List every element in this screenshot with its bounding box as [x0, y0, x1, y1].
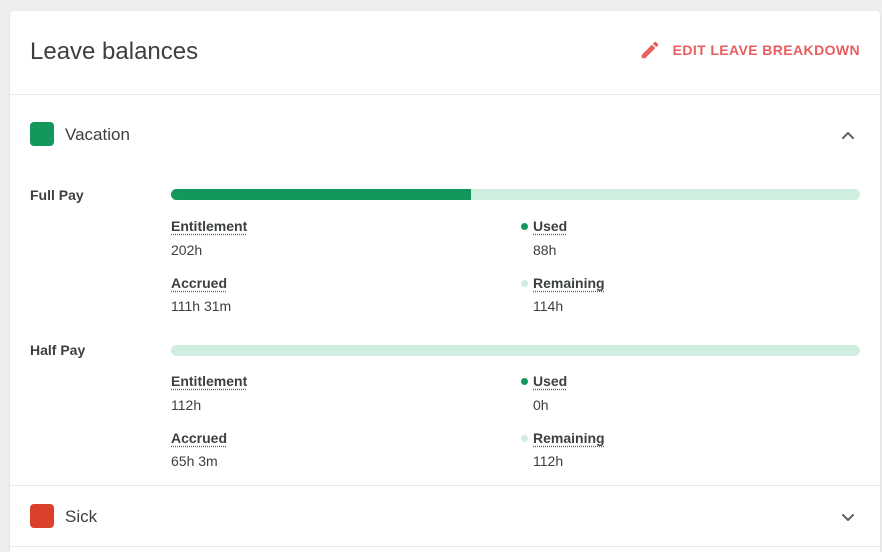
section-title-vacation: Vacation [65, 125, 130, 144]
leave-balances-card: Leave balances EDIT LEAVE BREAKDOWN Vaca… [10, 11, 880, 552]
section-title-sick: Sick [65, 507, 98, 526]
full-pay-progress-bar [171, 189, 860, 200]
used-dot-icon [521, 378, 528, 385]
pencil-icon [641, 41, 658, 59]
remaining-dot-icon [521, 280, 528, 287]
edit-leave-breakdown-label: EDIT LEAVE BREAKDOWN [672, 42, 860, 58]
half-pay-remaining-value: 112h [533, 453, 564, 469]
full-pay-accrued-label[interactable]: Accrued [171, 275, 227, 291]
full-pay-entitlement-label[interactable]: Entitlement [171, 218, 247, 234]
full-pay-label: Full Pay [30, 187, 84, 203]
page-title: Leave balances [30, 38, 199, 65]
half-pay-accrued-value: 65h 3m [171, 453, 218, 469]
full-pay-remaining-value: 114h [533, 298, 564, 314]
full-pay-accrued-value: 111h 31m [171, 298, 232, 314]
full-pay-used-label[interactable]: Used [533, 218, 567, 234]
half-pay-label: Half Pay [30, 342, 86, 358]
half-pay-used-value: 0h [533, 397, 549, 413]
used-dot-icon [521, 223, 528, 230]
sick-color-swatch [30, 504, 54, 528]
half-pay-entitlement-value: 112h [171, 397, 202, 413]
remaining-dot-icon [521, 435, 528, 442]
chevron-up-icon[interactable] [840, 127, 856, 143]
section-header-vacation[interactable]: Vacation [10, 95, 880, 155]
half-pay-progress-bar [171, 345, 860, 356]
card-header: Leave balances EDIT LEAVE BREAKDOWN [10, 11, 880, 95]
full-pay-entitlement-value: 202h [171, 242, 203, 258]
half-pay-accrued-label[interactable]: Accrued [171, 430, 227, 446]
full-pay-used-value: 88h [533, 242, 557, 258]
full-pay-remaining-label[interactable]: Remaining [533, 275, 605, 291]
half-pay-entitlement-label[interactable]: Entitlement [171, 373, 247, 389]
section-divider [10, 546, 880, 547]
section-header-sick[interactable]: Sick [10, 477, 880, 537]
full-pay-used-fill [171, 189, 472, 200]
half-pay-used-label[interactable]: Used [533, 373, 567, 389]
half-pay-remaining-label[interactable]: Remaining [533, 430, 605, 446]
edit-leave-breakdown-button[interactable]: EDIT LEAVE BREAKDOWN [639, 39, 860, 61]
chevron-down-icon[interactable] [840, 509, 856, 525]
vacation-color-swatch [30, 122, 54, 146]
